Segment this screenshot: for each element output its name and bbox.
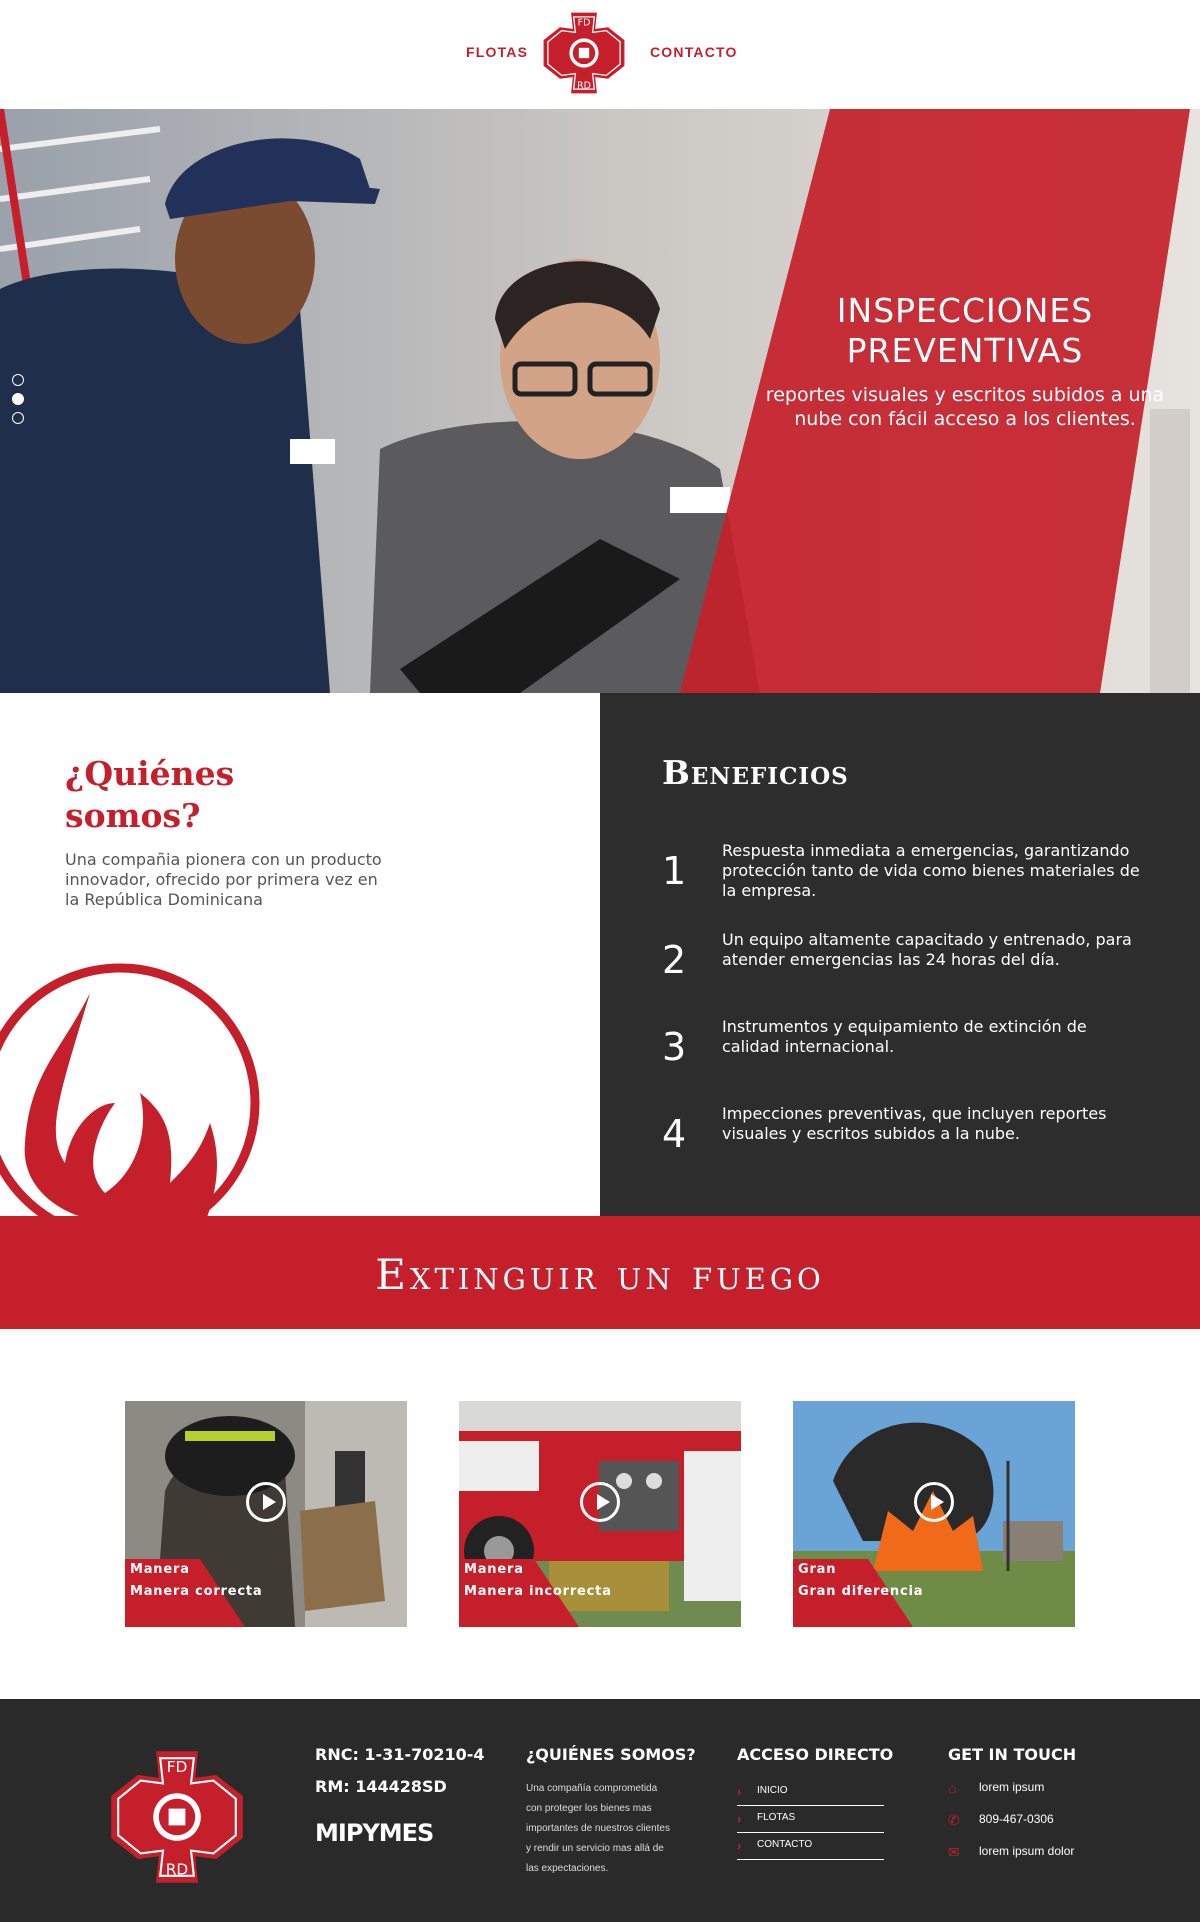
- home-icon: ⌂: [948, 1780, 957, 1796]
- benefit-text: Respuesta inmediata a emergencias, garan…: [722, 841, 1140, 900]
- chevron-right-icon: ›: [737, 1811, 742, 1826]
- fdrd-logo[interactable]: FD RD: [541, 10, 627, 96]
- slider-dot-1[interactable]: [12, 374, 24, 386]
- site-footer: FD RD RNC: 1-31-70210-4 RM: 144428SD MIP…: [0, 1699, 1200, 1922]
- slider-dots: [12, 374, 26, 431]
- svg-text:RD: RD: [577, 80, 591, 91]
- footer-rm: RM: 144428SD: [315, 1777, 447, 1796]
- chevron-right-icon: ›: [737, 1784, 742, 1799]
- footer-link-flotas[interactable]: › FLOTAS: [737, 1806, 884, 1833]
- videos-section: Manera Manera correcta Manera Manera inc…: [0, 1329, 1200, 1699]
- flame-icon: [0, 963, 260, 1216]
- slider-dot-3[interactable]: [12, 412, 24, 424]
- play-icon[interactable]: [246, 1482, 286, 1522]
- video-label-1: Manera: [464, 1562, 524, 1577]
- video-label-1: Manera: [130, 1562, 190, 1577]
- benefit-number: 4: [662, 1112, 687, 1156]
- hero-caption: INSPECCIONES PREVENTIVAS reportes visual…: [760, 291, 1170, 431]
- footer-address-text: lorem ipsum: [979, 1780, 1045, 1794]
- svg-text:FD: FD: [167, 1758, 188, 1776]
- about-title-line2: somos?: [65, 796, 201, 835]
- nav-contacto-link[interactable]: CONTACTO: [650, 44, 738, 60]
- play-icon[interactable]: [914, 1482, 954, 1522]
- video-label-1: Gran: [798, 1562, 837, 1577]
- hero-subtitle: reportes visuales y escritos subidos a u…: [765, 384, 1165, 430]
- video-card-2[interactable]: Manera Manera incorrecta: [459, 1401, 741, 1627]
- banner-title: Extinguir un fuego: [375, 1250, 825, 1299]
- video-label-2: Gran diferencia: [798, 1584, 924, 1599]
- footer-touch-title: GET IN TOUCH: [948, 1745, 1077, 1764]
- fdrd-logo[interactable]: FD RD: [107, 1747, 247, 1887]
- play-icon[interactable]: [580, 1482, 620, 1522]
- nav-flotas-link[interactable]: FLOTAS: [466, 44, 528, 60]
- video-label-2: Manera incorrecta: [464, 1584, 612, 1599]
- svg-text:FD: FD: [578, 17, 591, 28]
- benefit-text: Instrumentos y equipamiento de extinción…: [722, 1017, 1087, 1056]
- video-card-3[interactable]: Gran Gran diferencia: [793, 1401, 1075, 1627]
- video-card-1[interactable]: Manera Manera correcta: [125, 1401, 407, 1627]
- footer-rnc: RNC: 1-31-70210-4: [315, 1745, 485, 1764]
- about-description: Una compañia pionera con un producto inn…: [65, 850, 382, 909]
- benefit-number: 1: [662, 849, 687, 893]
- mail-icon: ✉: [948, 1844, 960, 1860]
- footer-links: › INICIO › FLOTAS › CONTACTO: [737, 1779, 884, 1860]
- video-label-2: Manera correcta: [130, 1584, 263, 1599]
- hero-title-line1: INSPECCIONES: [836, 291, 1094, 330]
- benefit-number: 3: [662, 1025, 687, 1069]
- benefit-number: 2: [662, 938, 687, 982]
- about-title: ¿Quiénes somos?: [65, 753, 405, 837]
- svg-text:RD: RD: [166, 1860, 189, 1878]
- extinguish-banner: Extinguir un fuego: [0, 1216, 1200, 1329]
- footer-link-inicio[interactable]: › INICIO: [737, 1779, 884, 1806]
- footer-link-contacto[interactable]: › CONTACTO: [737, 1833, 884, 1860]
- chevron-right-icon: ›: [737, 1838, 742, 1853]
- hero-title-line2: PREVENTIVAS: [846, 331, 1084, 370]
- benefits-title: Beneficios: [662, 753, 849, 792]
- mipymes-logo: MIPYMES: [315, 1819, 434, 1847]
- footer-about-title: ¿QUIÉNES SOMOS?: [526, 1745, 696, 1764]
- benefit-text: Un equipo altamente capacitado y entrena…: [722, 930, 1132, 969]
- footer-link-label: FLOTAS: [757, 1812, 796, 1823]
- footer-about-text: Una compañía comprometida con proteger l…: [526, 1783, 670, 1874]
- footer-acceso-title: ACCESO DIRECTO: [737, 1745, 894, 1764]
- slider-dot-2[interactable]: [12, 393, 24, 405]
- site-header: FLOTAS FD RD CONTACTO: [0, 0, 1200, 109]
- benefit-text: Impecciones preventivas, que incluyen re…: [722, 1104, 1107, 1143]
- footer-phone-text: 809-467-0306: [979, 1812, 1054, 1826]
- footer-link-label: INICIO: [757, 1785, 788, 1796]
- about-section: ¿Quiénes somos? Una compañia pionera con…: [0, 693, 600, 1216]
- about-title-line1: ¿Quiénes: [65, 754, 235, 793]
- hero-slider[interactable]: INSPECCIONES PREVENTIVAS reportes visual…: [0, 109, 1200, 693]
- benefits-section: Beneficios 1 Respuesta inmediata a emerg…: [600, 693, 1200, 1216]
- footer-link-label: CONTACTO: [757, 1839, 813, 1850]
- phone-icon: ✆: [948, 1812, 960, 1828]
- footer-email-text: lorem ipsum dolor: [979, 1844, 1075, 1858]
